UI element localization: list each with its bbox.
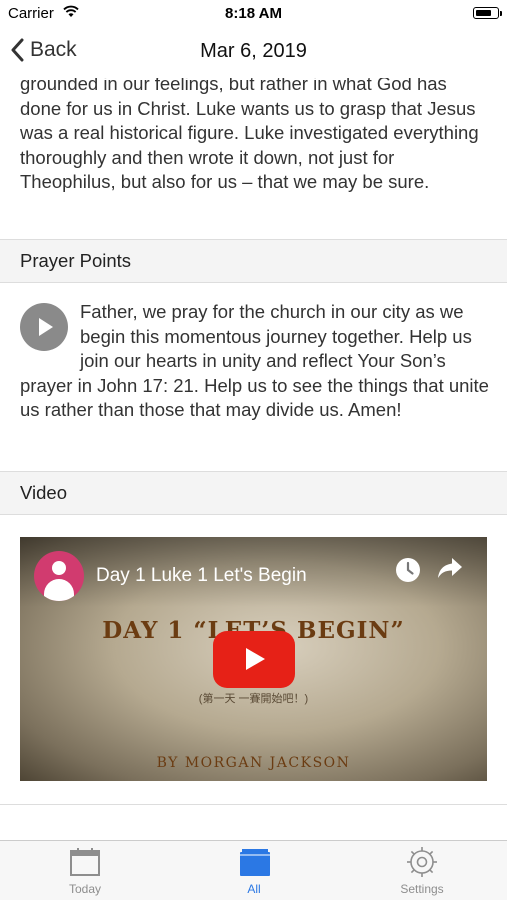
audio-play-button[interactable] — [20, 303, 68, 351]
video-player[interactable]: Day 1 Luke 1 Let's Begin DAY 1 “LET’S BE… — [20, 537, 487, 781]
video-title[interactable]: Day 1 Luke 1 Let's Begin — [96, 565, 307, 587]
tab-today[interactable]: Today — [25, 841, 145, 900]
youtube-play-button[interactable] — [213, 631, 295, 688]
status-time: 8:18 AM — [225, 5, 282, 22]
share-icon[interactable] — [437, 557, 463, 579]
tab-all[interactable]: All — [194, 841, 314, 900]
back-label: Back — [30, 38, 77, 61]
tab-settings[interactable]: Settings — [362, 841, 482, 900]
video-art-subtitle: (第一天 一賽開始吧！) — [198, 693, 309, 705]
chevron-left-icon — [11, 38, 24, 62]
battery-icon — [473, 7, 502, 19]
video-header: Video — [0, 471, 507, 515]
video-art-byline: BY MORGAN JACKSON — [156, 755, 351, 771]
prayer-text: Father, we pray for the church in our ci… — [20, 301, 489, 420]
prayer-section: Father, we pray for the church in our ci… — [20, 300, 493, 423]
tab-label: All — [247, 882, 261, 896]
status-bar: Carrier 8:18 AM — [0, 0, 507, 26]
devotion-content[interactable]: grounded in our feelings, but rather in … — [0, 78, 507, 841]
navigation-bar: Back Mar 6, 2019 — [0, 26, 507, 78]
tab-label: Settings — [400, 882, 444, 896]
devotion-body-text: grounded in our feelings, but rather in … — [20, 78, 479, 192]
gear-icon — [407, 847, 437, 877]
tab-bar: Today All Settings — [0, 840, 507, 900]
clock-icon[interactable] — [395, 557, 421, 583]
divider — [0, 804, 507, 805]
play-icon — [246, 648, 265, 670]
channel-avatar[interactable] — [34, 551, 84, 601]
play-icon — [39, 318, 53, 336]
calendar-icon — [70, 848, 100, 876]
folder-icon — [240, 849, 270, 876]
tab-label: Today — [68, 882, 102, 896]
back-button[interactable]: Back — [10, 38, 77, 62]
prayer-points-header: Prayer Points — [0, 239, 507, 283]
